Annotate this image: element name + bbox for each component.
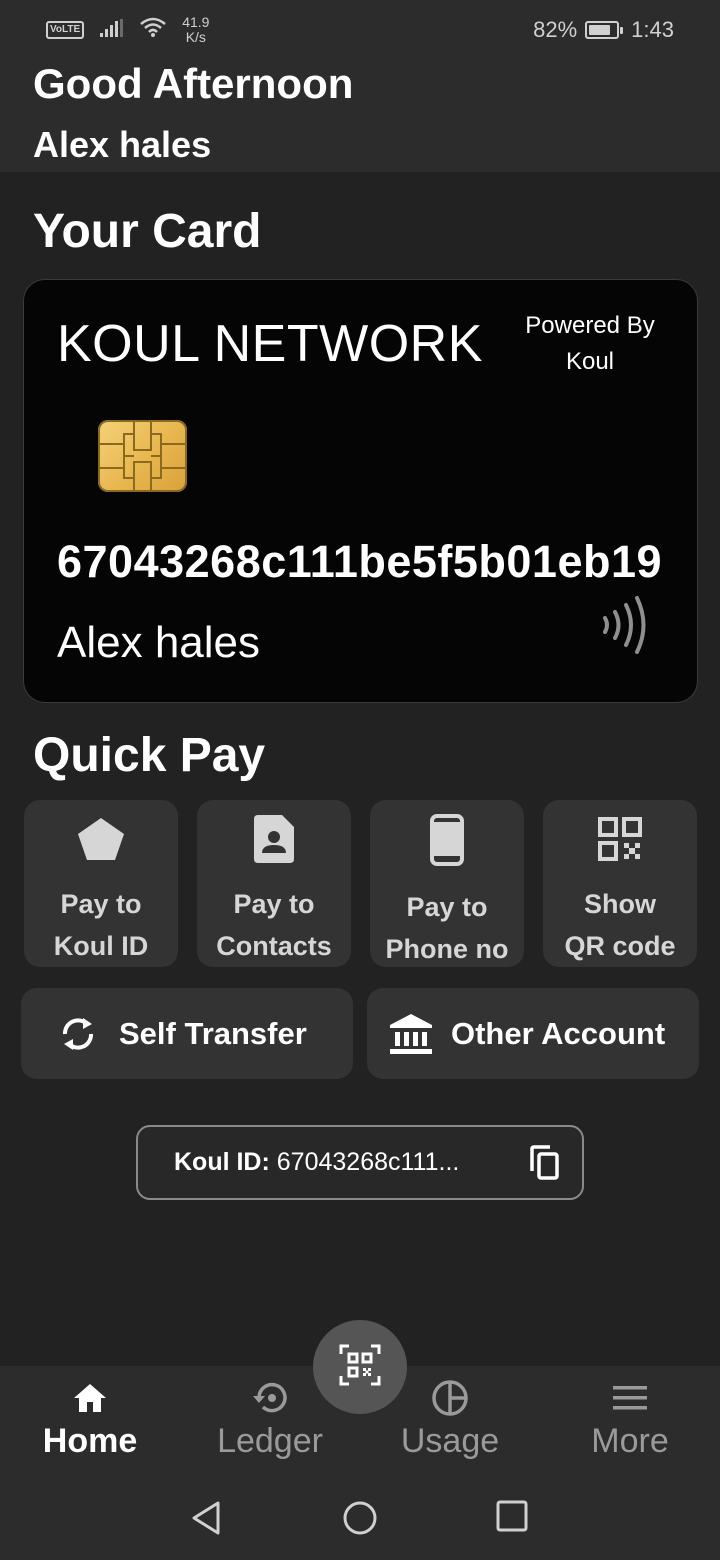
quick-pay-title: Quick Pay xyxy=(33,729,266,782)
payment-card[interactable]: KOUL NETWORK Powered By Koul 67043268c11… xyxy=(23,279,698,703)
nav-home-label: Home xyxy=(42,1422,138,1460)
status-bar: VoLTE 41.9 K/s 82% 1:43 xyxy=(0,0,720,60)
show-qr-code-label: Show QR code xyxy=(564,883,675,967)
card-number: 67043268c111be5f5b01eb19 xyxy=(57,536,663,587)
greeting-text: Good Afternoon xyxy=(33,60,354,107)
tile-label-line2: Contacts xyxy=(216,931,332,961)
home-icon xyxy=(72,1380,108,1416)
status-left: VoLTE 41.9 K/s xyxy=(46,15,209,45)
card-powered-by: Powered By Koul xyxy=(515,308,665,380)
koul-id-box[interactable]: Koul ID: 67043268c111... xyxy=(136,1125,584,1200)
pay-to-phone-button[interactable]: Pay to Phone no xyxy=(370,800,524,967)
tile-label-line1: Pay to xyxy=(60,889,142,919)
card-holder-name: Alex hales xyxy=(57,618,261,667)
battery-icon xyxy=(585,21,624,39)
tile-label-line1: Pay to xyxy=(233,889,315,919)
greeting-header: Good Afternoon Alex hales xyxy=(0,60,720,172)
signal-icon xyxy=(100,17,124,43)
pentagon-icon xyxy=(77,814,125,863)
nav-more-label: More xyxy=(591,1422,669,1460)
nav-more[interactable]: More xyxy=(540,1366,720,1470)
qr-scan-icon xyxy=(339,1344,381,1391)
pay-to-contacts-label: Pay to Contacts xyxy=(216,883,332,967)
wifi-icon xyxy=(140,17,166,43)
battery-percent: 82% xyxy=(533,17,578,42)
pay-to-contacts-button[interactable]: Pay to Contacts xyxy=(197,800,351,967)
menu-icon xyxy=(612,1380,648,1416)
card-network-name: KOUL NETWORK xyxy=(57,315,483,373)
powered-by-label: Powered By xyxy=(525,312,655,339)
show-qr-code-button[interactable]: Show QR code xyxy=(543,800,697,967)
system-navigation-bar xyxy=(0,1470,720,1560)
pay-to-koul-id-button[interactable]: Pay to Koul ID xyxy=(24,800,178,967)
sync-icon xyxy=(59,1014,97,1054)
tile-label-line2: Phone no xyxy=(385,934,509,964)
pay-to-koul-id-label: Pay to Koul ID xyxy=(54,883,149,967)
nav-ledger-label: Ledger xyxy=(217,1422,323,1460)
self-transfer-label: Self Transfer xyxy=(119,1015,307,1051)
net-speed-unit: K/s xyxy=(185,29,206,45)
nav-home[interactable]: Home xyxy=(0,1366,180,1470)
scan-qr-button[interactable] xyxy=(313,1320,407,1414)
back-icon[interactable] xyxy=(190,1500,222,1541)
other-account-label: Other Account xyxy=(451,1015,666,1051)
battery-fill xyxy=(589,25,611,35)
contactless-icon xyxy=(601,594,651,661)
pie-chart-icon xyxy=(431,1380,469,1416)
qr-code-icon xyxy=(598,814,642,863)
status-right: 82% 1:43 xyxy=(533,17,674,43)
koul-id-text: Koul ID: 67043268c111... xyxy=(174,1148,514,1177)
clock: 1:43 xyxy=(631,17,674,42)
powered-by-brand: Koul xyxy=(565,348,615,375)
tile-label-line1: Show xyxy=(584,889,656,919)
contact-card-icon xyxy=(254,814,294,863)
tile-label-line2: Koul ID xyxy=(53,931,149,961)
card-chip-icon xyxy=(98,420,187,492)
user-name: Alex hales xyxy=(33,124,212,165)
tile-label-line1: Pay to xyxy=(406,892,488,922)
tile-label-line2: QR code xyxy=(564,931,676,961)
recents-icon[interactable] xyxy=(496,1500,528,1537)
volte-badge: VoLTE xyxy=(46,21,85,39)
other-account-button[interactable]: Other Account xyxy=(367,988,699,1079)
net-speed: 41.9 K/s xyxy=(182,15,209,45)
home-circle-icon[interactable] xyxy=(342,1500,378,1541)
copy-icon[interactable] xyxy=(528,1145,560,1186)
history-icon xyxy=(251,1380,289,1416)
bank-icon xyxy=(389,1013,433,1055)
your-card-title: Your Card xyxy=(33,205,262,258)
phone-icon xyxy=(430,814,464,866)
self-transfer-button[interactable]: Self Transfer xyxy=(21,988,353,1079)
koul-id-label: Koul ID: xyxy=(174,1148,270,1176)
nav-usage-label: Usage xyxy=(400,1422,500,1460)
net-speed-value: 41.9 xyxy=(182,14,210,30)
koul-id-value: 67043268c111... xyxy=(276,1148,460,1176)
pay-to-phone-label: Pay to Phone no xyxy=(386,886,509,970)
